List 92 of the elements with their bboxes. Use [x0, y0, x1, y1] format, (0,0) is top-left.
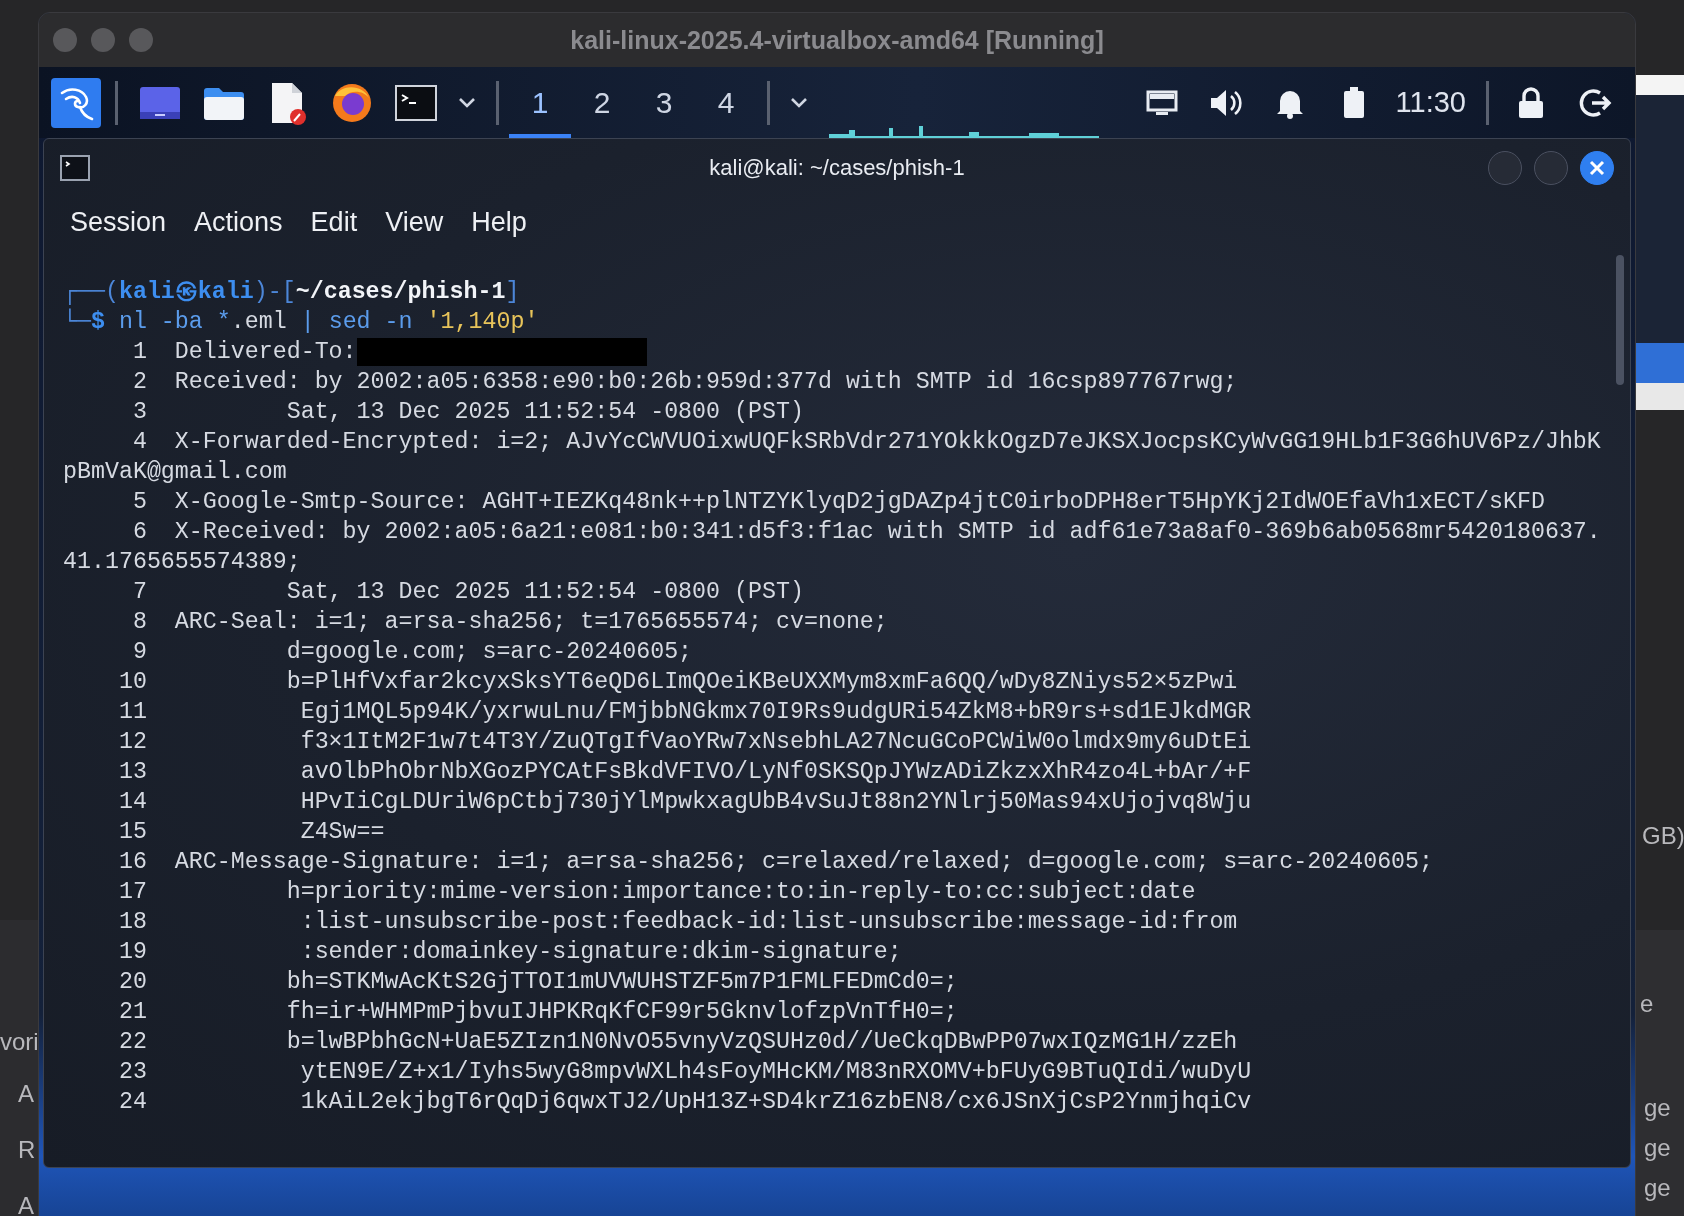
close-button[interactable] — [1580, 151, 1614, 185]
output-line: :list-unsubscribe-post:feedback-id:list-unsubscribe:message-id:from — [299, 908, 1238, 937]
output-line: HPvIiCgLDUriW6pCtbj730jYlMpwkxagUbB4vSuJt88n2YNlrj50Mas94xUjojvq8Wju — [299, 788, 1252, 817]
line-number: 12 — [117, 728, 147, 757]
window-zoom-button[interactable] — [129, 28, 153, 52]
output-line: ARC-Seal: i=1; a=rsa-sha256; t=1765655574; cv=none; — [174, 608, 888, 637]
line-number: 15 — [117, 818, 147, 847]
close-icon — [1589, 160, 1605, 176]
line-number: 5 — [131, 488, 147, 517]
line-number: 17 — [117, 878, 147, 907]
menu-item[interactable]: View — [373, 204, 456, 240]
line-number: 11 — [117, 698, 147, 727]
output-line: Delivered-To: — [174, 338, 357, 367]
output-line: b=PlHfVxfar2kcyxSksYT6eQD6LImQOeiKBeUXXMym8xmFa6QQ/wDy8ZNiys52×5zPwi — [285, 668, 1238, 697]
output-line: bh=STKMwAcKtS2GjTTOI1mUVWUHSTZF5m7P1FMLFEDmCd0=; — [285, 968, 958, 997]
line-number: 14 — [117, 788, 147, 817]
background-text: vori — [0, 1028, 39, 1056]
line-number: 7 — [131, 578, 147, 607]
line-number: 6 — [131, 518, 147, 547]
output-line: Sat, 13 Dec 2025 11:52:54 -0800 (PST) — [285, 398, 804, 427]
output-line: X-Received: by 2002:a05:6a21:e081:b0:341:d5f3:f1ac with SMTP id adf61e73a8af0-369b6ab0568mr5420180637. — [174, 518, 1601, 547]
output-line: pBmVaK@gmail.com — [63, 458, 287, 487]
battery-icon — [1342, 86, 1365, 119]
line-number: 16 — [117, 848, 147, 877]
line-number: 4 — [131, 428, 147, 457]
background-text: ge — [1644, 1174, 1671, 1202]
scrollbar-thumb[interactable] — [1616, 255, 1624, 385]
output-line: ARC-Message-Signature: i=1; a=rsa-sha256; c=relaxed/relaxed; d=google.com; s=arc-20240605; — [174, 848, 1434, 877]
window-title: kali-linux-2025.4-virtualbox-amd64 [Running] — [570, 25, 1104, 54]
background-text: e — [1640, 990, 1654, 1018]
output-line: avOlbPhObrNbXGozPYCAtFsBkdVFIVO/LyNf0SKSQpJYWzADiZkzxXhR4zo4L+bAr/+F — [299, 758, 1252, 787]
line-number: 19 — [117, 938, 147, 967]
logout-icon — [1578, 86, 1612, 119]
line-number: 22 — [117, 1028, 147, 1057]
terminal-title: kali@kali: ~/cases/phish-1 — [709, 155, 965, 180]
output-line: f3×1ItM2F1w7t4T3Y/ZuQTgIfVaoYRw7xNsebhLA27NcuGCoPCWiW0olmdx9my6uDtEi — [299, 728, 1252, 757]
background-text: GB) — [1642, 822, 1684, 850]
output-line: ytEN9E/Z+x1/Iyhs5wyG8mpvWXLh4sFoyMHcKM/M83nRXOMV+bFUyG9BTuQIdi/wuDyU — [299, 1058, 1252, 1087]
line-number: 24 — [117, 1088, 147, 1117]
lock-icon — [1517, 86, 1545, 119]
output-line: 41.1765655574389; — [63, 548, 301, 577]
speaker-icon — [1208, 87, 1243, 118]
background-text: R — [18, 1136, 36, 1164]
background-text: ge — [1644, 1094, 1671, 1122]
output-line: Sat, 13 Dec 2025 11:52:54 -0800 (PST) — [285, 578, 804, 607]
workspace-tab[interactable]: 3 — [633, 67, 695, 138]
line-number: 1 — [131, 338, 147, 367]
globe-icon — [331, 81, 373, 124]
window-minimize-button[interactable] — [91, 28, 115, 52]
line-number: 21 — [117, 998, 147, 1027]
maximize-button[interactable] — [1534, 151, 1568, 185]
output-line: b=lwBPbhGcN+UaE5ZIzn1N0NvO55vnyVzQSUHz0d//UeCkqDBwPP07wxIQzMG1H/zzEh — [285, 1028, 1238, 1057]
output-line: h=priority:mime-version:importance:to:in-reply-to:cc:subject:date — [285, 878, 1196, 907]
output-line: X-Forwarded-Encrypted: i=2; AJvYcCWVUOixwUQFkSRbVdr271YOkkkOgzD7eJKSXJocpsKCyWvGG19HLb1F3G6hUV6Pz/JhbK — [174, 428, 1601, 457]
background-text: A — [18, 1192, 34, 1216]
background-text: A — [18, 1080, 34, 1108]
terminal-icon — [60, 155, 90, 181]
output-line: :sender:domainkey-signature:dkim-signature; — [299, 938, 902, 967]
menu-item[interactable]: Actions — [182, 204, 295, 240]
minimize-button[interactable] — [1488, 151, 1522, 185]
line-number: 8 — [131, 608, 147, 637]
prompt-line: ┌──(kali㉿kali)-[~/cases/phish-1] — [63, 278, 521, 307]
output-line: X-Google-Smtp-Source: AGHT+IEZKq48nk++plNTZYKlyqD2jgDAZp4jtC0irboDPH8erT5HpYKj2IdWOEfaVh1xECT/sKFD — [174, 488, 1545, 517]
output-line: Z4Sw== — [299, 818, 385, 847]
workspace-tab[interactable]: 4 — [695, 67, 757, 138]
prompt-line: └─$ nl -ba *.eml | sed -n '1,140p' — [63, 307, 540, 337]
window-close-button[interactable] — [53, 28, 77, 52]
line-number: 18 — [117, 908, 147, 937]
menu-item[interactable]: Session — [58, 204, 179, 240]
line-number: 3 — [131, 398, 147, 427]
screen-icon — [139, 85, 181, 120]
line-number: 9 — [131, 638, 147, 667]
line-number: 2 — [131, 368, 147, 397]
output-line: Egj1MQL5p94K/yxrwuLnu/FMjbbNGkmx70I9Rs9udgURi54ZkM8+bR9rs+sd1EJkdMGR — [299, 698, 1252, 727]
line-number: 13 — [117, 758, 147, 787]
output-line: 1kAiL2ekjbgT6rQqDj6qwxTJ2/UpH13Z+SD4krZ16zbEN8/cx6JSnXjCsP2YnmjhqiCv — [299, 1088, 1252, 1117]
output-line: d=google.com; s=arc-20240605; — [285, 638, 693, 667]
app-menu-button[interactable] — [51, 77, 101, 128]
terminal-icon — [395, 84, 437, 121]
caret-icon — [458, 96, 476, 109]
output-line: Received: by 2002:a05:6358:e90:b0:26b:959d:377d with SMTP id 16csp897767rwg; — [174, 368, 1238, 397]
line-number: 10 — [117, 668, 147, 697]
monitor-icon — [1145, 89, 1178, 116]
background-text: ge — [1644, 1134, 1671, 1162]
line-number: 20 — [117, 968, 147, 997]
workspace-tab[interactable]: 2 — [571, 67, 633, 138]
menu-item[interactable]: Help — [459, 204, 539, 240]
menu-item[interactable]: Edit — [298, 204, 370, 240]
output-line: fh=ir+WHMPmPjbvuIJHPKRqKfCF99r5GknvlofzpVnTfH0=; — [285, 998, 958, 1027]
caret-icon — [790, 96, 808, 109]
line-number: 23 — [117, 1058, 147, 1087]
clock[interactable]: 11:30 — [1385, 86, 1476, 119]
